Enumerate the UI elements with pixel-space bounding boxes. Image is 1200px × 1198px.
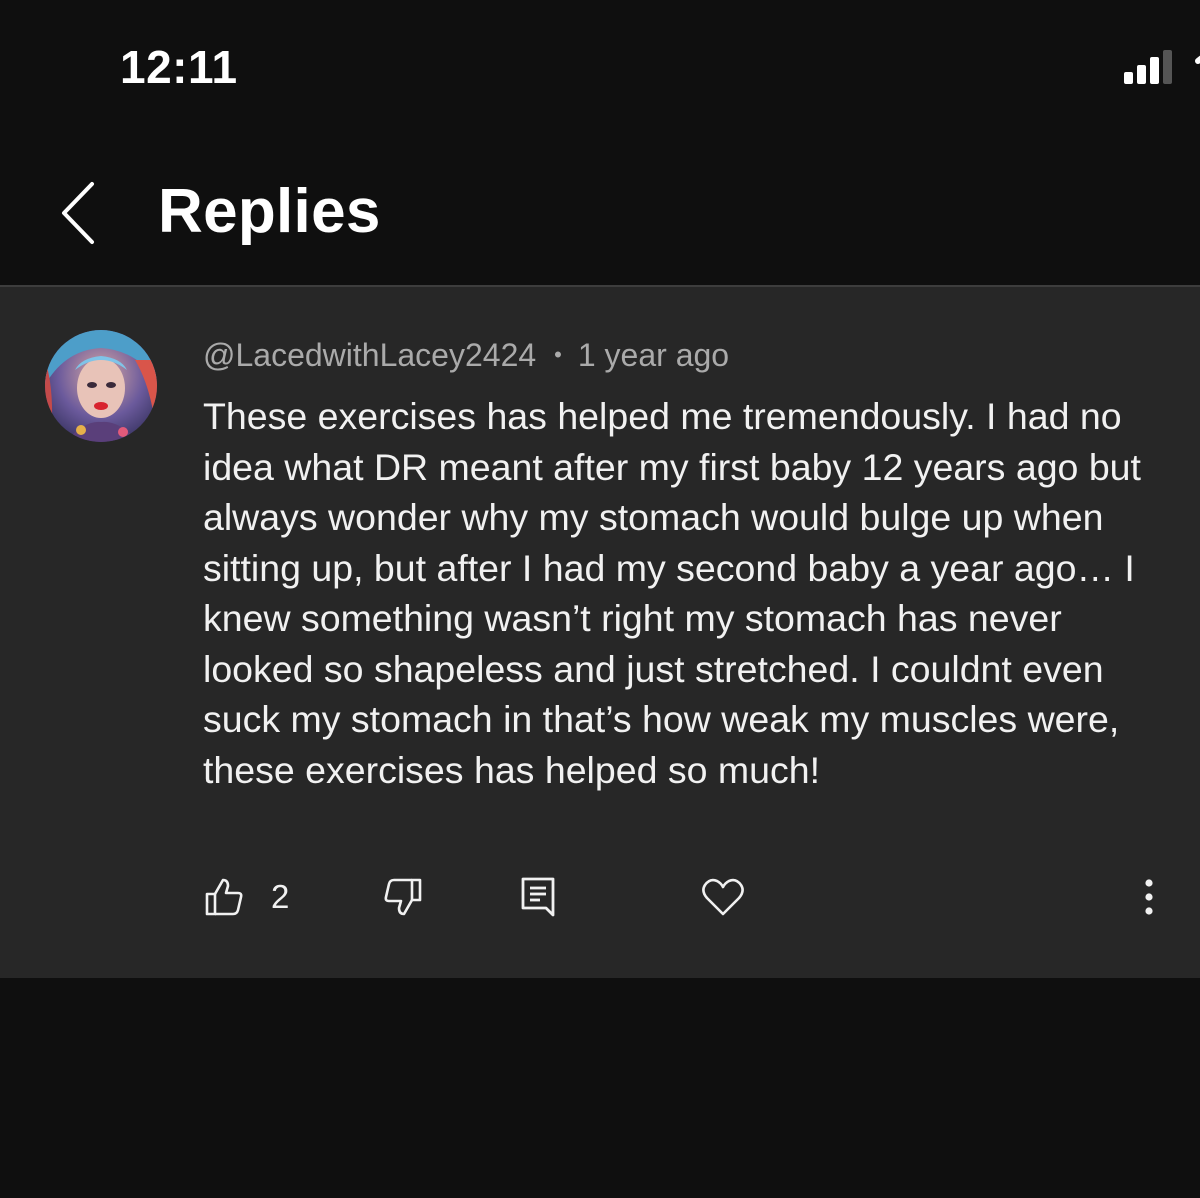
heart-button[interactable]	[701, 867, 745, 927]
more-vertical-icon	[1145, 879, 1153, 915]
page-title: Replies	[158, 177, 381, 246]
avatar[interactable]	[45, 330, 157, 442]
cellular-signal-icon	[1124, 50, 1172, 84]
reply-button[interactable]	[519, 867, 559, 927]
back-button[interactable]	[50, 178, 110, 248]
comment-time: 1 year ago	[577, 337, 730, 373]
comment-author[interactable]: @LacedwithLacey2424	[203, 337, 536, 373]
replies-screen: 12:11 Replies @LacedwithLacey2424 • 1 ye…	[0, 0, 1200, 1198]
avatar-image	[45, 330, 157, 442]
status-time: 12:11	[120, 41, 238, 93]
comment-action-bar: 2	[0, 867, 1200, 947]
wifi-icon	[1195, 55, 1200, 64]
chevron-left-icon	[62, 182, 94, 244]
heart-icon	[702, 878, 744, 916]
bottom-empty-area	[0, 978, 1200, 1198]
replies-header: Replies	[0, 150, 1200, 286]
comment-meta: @LacedwithLacey2424 • 1 year ago	[203, 337, 729, 374]
meta-separator: •	[554, 341, 562, 367]
status-bar: 12:11	[0, 0, 1200, 130]
comment-card: @LacedwithLacey2424 • 1 year ago These exe…	[0, 287, 1200, 978]
like-button[interactable]: 2	[203, 867, 289, 927]
like-count: 2	[271, 878, 290, 915]
dislike-button[interactable]	[382, 867, 424, 927]
thumbs-up-icon	[205, 878, 243, 916]
thumbs-down-icon	[384, 878, 422, 916]
reply-icon	[521, 877, 555, 917]
comment-text: These exercises has helped me tremendous…	[203, 395, 1141, 791]
more-options-button[interactable]	[1134, 867, 1164, 927]
